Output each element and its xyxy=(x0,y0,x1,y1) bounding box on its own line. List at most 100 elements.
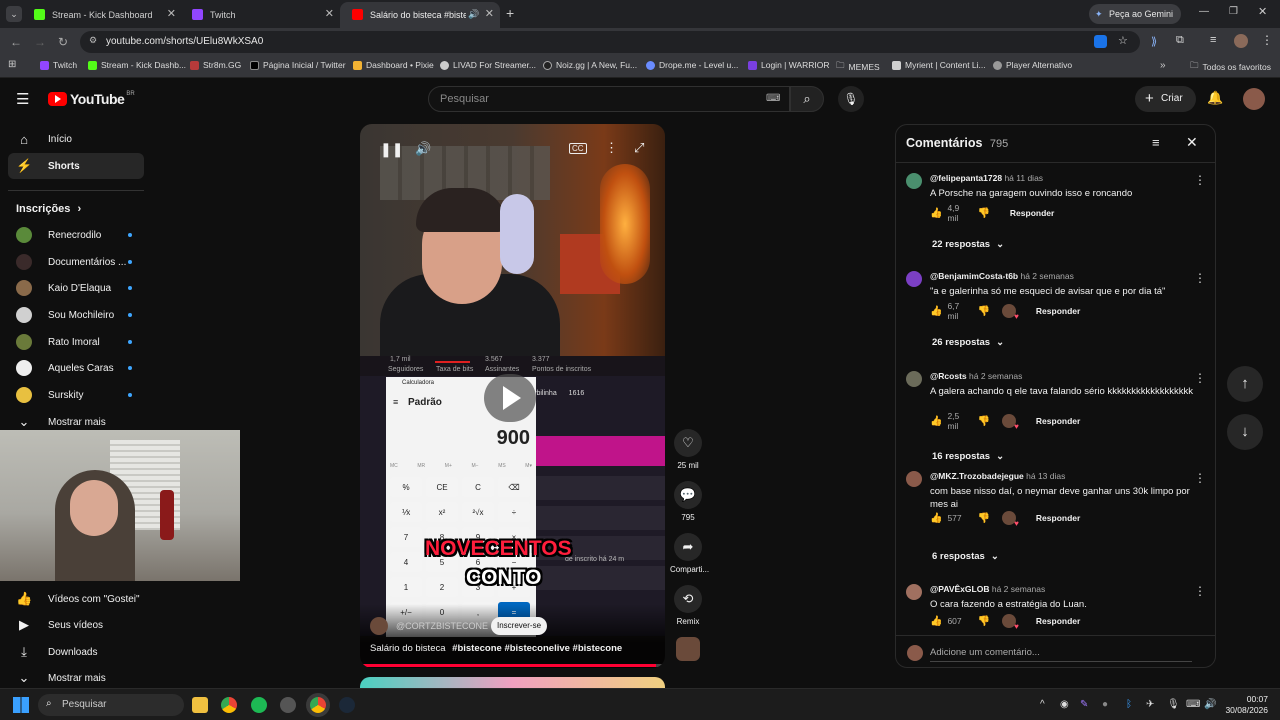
channel-handle[interactable]: @CORTZBISTECONE xyxy=(396,621,488,631)
commenter-avatar[interactable] xyxy=(906,471,922,487)
reply-button[interactable]: Responder xyxy=(1010,208,1054,218)
comment-author[interactable]: @Rcosts há 2 semanas xyxy=(930,371,1022,381)
like-comment-icon[interactable]: 👍 xyxy=(930,306,942,317)
tray-app-icon[interactable]: ✈ xyxy=(1146,699,1154,710)
like-comment-icon[interactable]: 👍 xyxy=(930,208,942,219)
translate-icon[interactable] xyxy=(1094,35,1107,48)
tab-youtube-short[interactable]: Salário do bisteca #bistecon 🔊 ✕ xyxy=(340,2,500,28)
short-player[interactable]: ❚❚ 🔊 CC ⋮ ⤢ 1,7 mil 3.567 3.377 Seguidor… xyxy=(360,124,665,668)
bookmark-folder[interactable]: 🗀 MEMES xyxy=(836,60,880,74)
pause-icon[interactable]: ❚❚ xyxy=(380,141,403,158)
youtube-logo[interactable]: YouTube BR xyxy=(48,91,135,107)
bookmark-item[interactable]: Drope.me - Level u... xyxy=(646,60,738,70)
windows-start-icon[interactable] xyxy=(13,697,29,713)
search-box[interactable]: Pesquisar ⌨ xyxy=(428,86,790,112)
close-icon[interactable]: ✕ xyxy=(325,7,334,20)
search-input[interactable]: Pesquisar xyxy=(440,93,489,105)
fullscreen-icon[interactable]: ⤢ xyxy=(634,140,644,156)
extension-icon[interactable]: ⟫ xyxy=(1151,35,1157,48)
all-bookmarks-folder[interactable]: 🗀 Todos os favoritos xyxy=(1190,60,1271,74)
comment-author[interactable]: @felipepanta1728 há 11 dias xyxy=(930,173,1043,183)
dislike-comment-icon[interactable]: 👎 xyxy=(977,208,989,219)
file-explorer-icon[interactable] xyxy=(192,697,208,713)
commenter-avatar[interactable] xyxy=(906,584,922,600)
network-icon[interactable]: ⌨ xyxy=(1186,699,1200,710)
reload-icon[interactable]: ↻ xyxy=(58,35,68,49)
short-title[interactable]: Salário do bisteca #bistecone #bistecone… xyxy=(370,643,622,654)
restore-button[interactable]: ❐ xyxy=(1229,6,1238,17)
dislike-comment-icon[interactable]: 👎 xyxy=(977,513,989,524)
bookmark-star-icon[interactable]: ☆ xyxy=(1118,34,1128,47)
search-button[interactable]: ⌕ xyxy=(790,86,824,112)
back-icon[interactable]: ← xyxy=(10,35,22,49)
microphone-icon[interactable]: 🎙 xyxy=(1167,699,1180,710)
comment-author[interactable]: @PAVÊxGLOB há 2 semanas xyxy=(930,584,1045,594)
channel-avatar[interactable] xyxy=(370,617,388,635)
extensions-puzzle-icon[interactable]: ⧉ xyxy=(1176,34,1184,47)
view-replies-button[interactable]: 26 respostas ⌄ xyxy=(932,337,1004,348)
tray-app-icon[interactable]: ● xyxy=(1102,699,1108,710)
tab-kick-dashboard[interactable]: Stream - Kick Dashboard ✕ xyxy=(22,2,182,28)
sidebar-sub-item[interactable]: Documentários ... xyxy=(8,249,144,275)
sidebar-sub-item[interactable]: Kaio D'Elaqua xyxy=(8,275,144,301)
commenter-avatar[interactable] xyxy=(906,271,922,287)
sidebar-sub-item[interactable]: Rato Imoral xyxy=(8,329,144,355)
reply-button[interactable]: Responder xyxy=(1036,513,1080,523)
apps-icon[interactable]: ⊞ xyxy=(8,59,16,70)
comment-menu-icon[interactable]: ⋮ xyxy=(1194,173,1206,187)
sort-icon[interactable]: ≡ xyxy=(1152,135,1160,150)
progress-track[interactable] xyxy=(360,664,665,667)
hashtags[interactable]: #bistecone #bisteconelive #bistecone xyxy=(452,643,622,654)
like-button[interactable]: ♡ 25 mil xyxy=(670,429,706,470)
reply-button[interactable]: Responder xyxy=(1036,416,1080,426)
play-button-overlay[interactable] xyxy=(484,374,536,422)
next-short-button[interactable]: ↓ xyxy=(1227,414,1263,450)
chrome-icon[interactable] xyxy=(221,697,237,713)
comment-menu-icon[interactable]: ⋮ xyxy=(1194,371,1206,385)
comments-button[interactable]: 💬 795 xyxy=(670,481,706,522)
tray-steam-icon[interactable]: ◉ xyxy=(1060,699,1069,710)
window-close-button[interactable]: ✕ xyxy=(1258,5,1267,18)
tab-twitch[interactable]: Twitch ✕ xyxy=(180,2,340,28)
view-replies-button[interactable]: 6 respostas ⌄ xyxy=(932,551,999,562)
bookmark-item[interactable]: Str8m.GG xyxy=(190,60,241,70)
sound-source-avatar[interactable] xyxy=(676,637,700,661)
dislike-comment-icon[interactable]: 👎 xyxy=(977,616,989,627)
previous-short-button[interactable]: ↑ xyxy=(1227,366,1263,402)
bookmark-item[interactable]: Twitch xyxy=(40,60,77,70)
clock[interactable]: 00:07 30/08/2026 xyxy=(1222,694,1268,716)
obs-icon[interactable] xyxy=(280,697,296,713)
dislike-comment-icon[interactable]: 👎 xyxy=(977,306,989,317)
notifications-bell-icon[interactable]: 🔔 xyxy=(1207,90,1223,106)
sidebar-your-videos[interactable]: ▶ Seus vídeos xyxy=(8,612,144,638)
bookmark-item[interactable]: Noiz.gg | A New, Fu... xyxy=(543,60,637,70)
close-icon[interactable]: ✕ xyxy=(167,7,176,20)
comment-author[interactable]: @BenjamimCosta-t6b há 2 semanas xyxy=(930,271,1074,281)
commenter-avatar[interactable] xyxy=(906,371,922,387)
profile-avatar[interactable] xyxy=(1234,34,1248,48)
new-tab-button[interactable]: + xyxy=(506,5,514,21)
account-avatar[interactable] xyxy=(1243,88,1265,110)
bookmark-item[interactable]: LIVAD For Streamer... xyxy=(440,60,536,70)
bookmark-item[interactable]: Dashboard • Pixie xyxy=(353,60,434,70)
comment-menu-icon[interactable]: ⋮ xyxy=(1194,584,1206,598)
chrome-active-icon[interactable] xyxy=(310,697,326,713)
comment-menu-icon[interactable]: ⋮ xyxy=(1194,271,1206,285)
share-button[interactable]: ➦ Comparti... xyxy=(670,533,709,574)
view-replies-button[interactable]: 16 respostas ⌄ xyxy=(932,451,1004,462)
volume-icon[interactable]: 🔊 xyxy=(415,141,431,157)
reply-button[interactable]: Responder xyxy=(1036,616,1080,626)
bookmark-item[interactable]: Login | WARRIOR xyxy=(748,60,830,70)
commenter-avatar[interactable] xyxy=(906,173,922,189)
tab-list-button[interactable]: ⌄ xyxy=(6,6,22,22)
keyboard-icon[interactable]: ⌨ xyxy=(766,93,780,104)
speaker-icon[interactable]: 🔊 xyxy=(468,9,479,20)
forward-icon[interactable]: → xyxy=(34,35,46,49)
hamburger-menu-icon[interactable]: ☰ xyxy=(16,90,29,108)
sidebar-downloads[interactable]: ⤓ Downloads xyxy=(8,639,144,665)
comment-author[interactable]: @MKZ.Trozobadejegue há 13 dias xyxy=(930,471,1065,481)
dislike-comment-icon[interactable]: 👎 xyxy=(977,416,989,427)
bookmark-item[interactable]: Myrient | Content Li... xyxy=(892,60,986,70)
like-comment-icon[interactable]: 👍 xyxy=(930,616,942,627)
tray-expand-icon[interactable]: ^ xyxy=(1040,699,1045,710)
